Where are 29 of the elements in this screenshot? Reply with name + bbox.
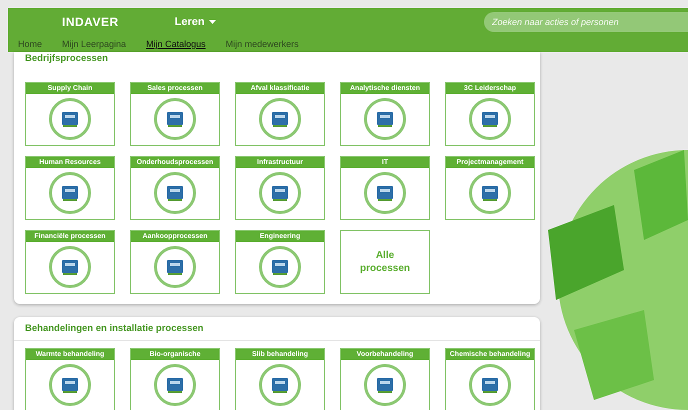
nav-tab[interactable]: Mijn medewerkers xyxy=(226,39,299,49)
process-illustration-icon xyxy=(468,97,512,141)
process-illustration-icon xyxy=(363,97,407,141)
section-title: Behandelingen en installatie processen xyxy=(14,317,540,341)
process-illustration-icon xyxy=(48,171,92,215)
process-illustration-icon xyxy=(468,171,512,215)
nav-tab[interactable]: Home xyxy=(18,39,42,49)
company-logo[interactable]: INDAVER xyxy=(62,15,119,29)
caret-icon xyxy=(208,20,216,24)
section-title: Bedrijfsprocessen xyxy=(25,52,109,66)
process-illustration-icon xyxy=(48,363,92,407)
process-illustration-icon xyxy=(363,171,407,215)
nav-tab[interactable]: Mijn Leerpagina xyxy=(62,39,126,49)
process-illustration-icon xyxy=(363,363,407,407)
all-processes-tile[interactable]: Alle processen xyxy=(340,230,430,294)
process-illustration-icon xyxy=(153,97,197,141)
process-illustration-icon xyxy=(258,97,302,141)
learn-menu[interactable]: Leren xyxy=(174,16,216,28)
search-field[interactable]: Zoeken naar acties of personen xyxy=(484,12,688,32)
process-illustration-icon xyxy=(153,245,197,289)
process-illustration-icon xyxy=(153,171,197,215)
process-illustration-icon xyxy=(258,363,302,407)
process-illustration-icon xyxy=(48,97,92,141)
process-illustration-icon xyxy=(48,245,92,289)
process-illustration-icon xyxy=(153,363,197,407)
nav-tab[interactable]: Mijn Catalogus xyxy=(146,39,206,49)
process-illustration-icon xyxy=(258,245,302,289)
process-illustration-icon xyxy=(468,363,512,407)
process-illustration-icon xyxy=(258,171,302,215)
